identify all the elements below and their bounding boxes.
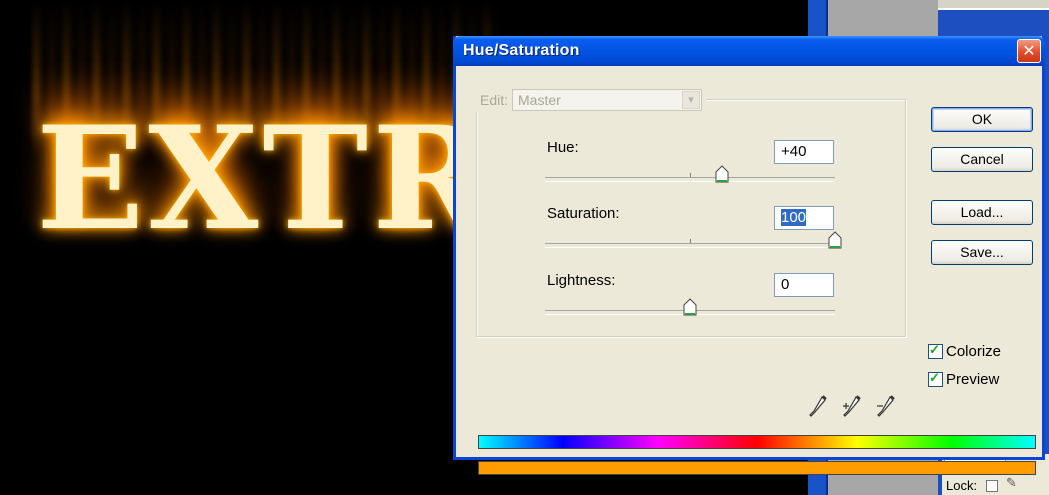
chevron-down-icon[interactable]: ▾	[682, 91, 701, 109]
edit-label: Edit:	[480, 92, 509, 108]
preview-check-box[interactable]: ✓	[928, 370, 943, 387]
hue-value: +40	[781, 143, 807, 160]
lightness-label: Lightness:	[547, 272, 616, 289]
edit-group-box: Hue: +40 Saturation: 100 Lightness: 0	[476, 99, 906, 337]
preview-label: Preview	[946, 371, 1000, 388]
lightness-slider[interactable]	[545, 298, 835, 316]
edit-channel-select[interactable]: Master ▾	[512, 89, 703, 111]
lightness-input[interactable]: 0	[774, 273, 834, 297]
dialog-body: Hue: +40 Saturation: 100 Lightness: 0 Ed…	[456, 66, 1042, 475]
edit-legend: Edit: Master ▾	[476, 88, 707, 112]
save-button[interactable]: Save...	[931, 240, 1033, 265]
close-button[interactable]: ✕	[1017, 39, 1041, 63]
dialog-titlebar[interactable]: Hue/Saturation ✕	[453, 36, 1045, 66]
saturation-input[interactable]: 100	[774, 206, 834, 230]
preview-checkbox[interactable]: ✓ Preview	[928, 370, 1000, 388]
input-spectrum-bar	[478, 435, 1036, 449]
close-icon: ✕	[1022, 41, 1036, 60]
hue-label: Hue:	[547, 139, 579, 156]
hue-saturation-dialog: Hue/Saturation ✕ Hue: +40 Saturation: 10	[453, 36, 1045, 475]
eyedropper-plus-icon[interactable]	[840, 394, 862, 420]
saturation-value: 100	[781, 209, 807, 226]
hue-slider-thumb[interactable]	[715, 165, 729, 183]
output-color-bar	[478, 461, 1036, 475]
lock-label: Lock:	[946, 478, 978, 493]
dialog-title: Hue/Saturation	[463, 42, 580, 59]
saturation-slider[interactable]	[545, 231, 842, 249]
cancel-button[interactable]: Cancel	[931, 147, 1033, 172]
lock-transparency-icon[interactable]	[986, 480, 998, 492]
saturation-center-tick	[690, 239, 691, 243]
checkmark-icon: ✓	[929, 370, 940, 385]
hue-input[interactable]: +40	[774, 140, 834, 164]
colorize-check-box[interactable]: ✓	[928, 342, 943, 359]
edit-channel-value: Master	[518, 92, 561, 108]
artwork-text: EXTR	[36, 96, 495, 262]
hue-center-tick	[690, 173, 691, 177]
lightness-value: 0	[781, 276, 790, 293]
lock-brush-icon[interactable]: ✎	[1006, 476, 1017, 491]
ok-button[interactable]: OK	[931, 107, 1033, 132]
saturation-slider-thumb[interactable]	[828, 231, 842, 249]
saturation-label: Saturation:	[547, 205, 620, 222]
load-button[interactable]: Load...	[931, 200, 1033, 225]
eyedropper-minus-icon[interactable]	[874, 394, 896, 420]
checkmark-icon: ✓	[929, 342, 940, 357]
lightness-slider-thumb[interactable]	[683, 298, 697, 316]
eyedropper-icon[interactable]	[806, 394, 828, 420]
colorize-checkbox[interactable]: ✓ Colorize	[928, 342, 1002, 360]
colorize-label: Colorize	[946, 343, 1002, 360]
panel-top-strip	[938, 0, 1049, 10]
hue-slider[interactable]	[545, 165, 835, 183]
